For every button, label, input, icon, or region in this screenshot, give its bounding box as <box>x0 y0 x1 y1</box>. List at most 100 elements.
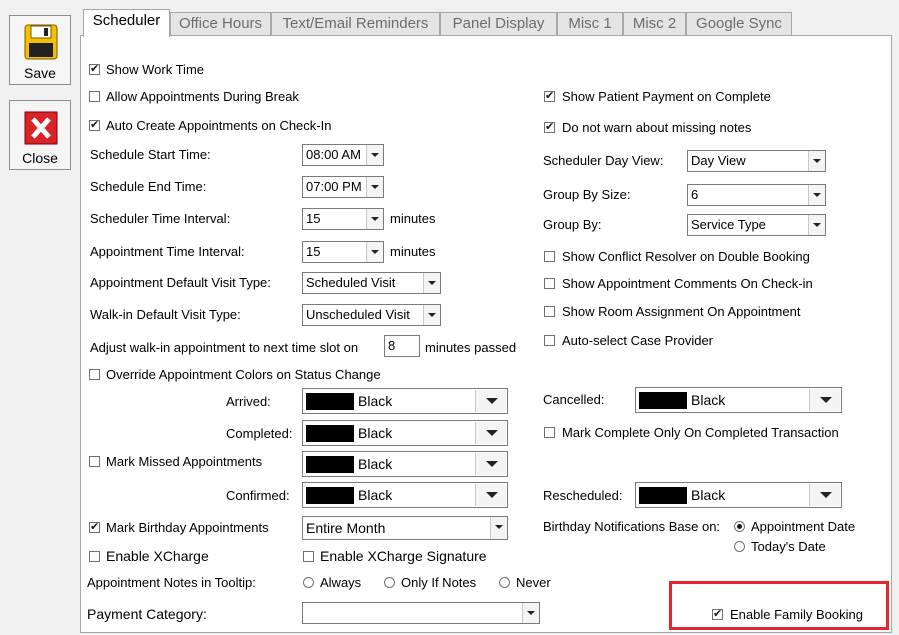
allow-during-break-checkbox[interactable] <box>89 91 100 102</box>
show-payment-checkbox[interactable] <box>544 89 555 103</box>
group-size-combo[interactable]: 6 <box>687 184 826 206</box>
walkin-visit-combo[interactable]: Unscheduled Visit <box>302 304 441 326</box>
completed-label: Completed: <box>226 426 293 441</box>
color-swatch <box>306 456 354 473</box>
rescheduled-color-combo[interactable]: Black <box>635 482 842 508</box>
chevron-down-icon[interactable] <box>809 484 840 506</box>
day-view-combo[interactable]: Day View <box>687 150 826 172</box>
family-booking-checkbox[interactable] <box>712 607 723 621</box>
start-time-label: Schedule Start Time: <box>90 147 211 162</box>
chevron-down-icon[interactable] <box>475 422 506 444</box>
show-work-time-checkbox[interactable] <box>89 62 100 76</box>
tab-misc-1[interactable]: Misc 1 <box>557 12 623 36</box>
override-colors-checkbox[interactable] <box>89 369 100 380</box>
arrived-color-combo[interactable]: Black <box>302 388 508 414</box>
missed-color-combo[interactable]: Black <box>302 451 508 477</box>
chevron-down-icon[interactable] <box>809 389 840 411</box>
tab-misc-2[interactable]: Misc 2 <box>623 12 686 36</box>
chevron-down-icon[interactable] <box>808 215 825 235</box>
chevron-down-icon[interactable] <box>366 209 383 229</box>
birthday-base-todays-date-label: Today's Date <box>751 539 826 554</box>
chevron-down-icon[interactable] <box>366 177 383 197</box>
birthday-base-appointment-date-label: Appointment Date <box>751 519 856 534</box>
payment-category-combo[interactable] <box>302 602 540 624</box>
show-work-time-label: Show Work Time <box>106 62 205 77</box>
birthday-range-combo[interactable]: Entire Month <box>302 516 508 540</box>
conflict-resolver-checkbox[interactable] <box>544 251 555 262</box>
confirmed-label: Confirmed: <box>226 488 290 503</box>
notes-tooltip-always-label: Always <box>320 575 362 590</box>
birthday-base-appointment-date-radio[interactable] <box>734 521 745 532</box>
adjust-walkin-label: Adjust walk-in appointment to next time … <box>90 340 359 355</box>
mark-missed-checkbox[interactable] <box>89 456 100 467</box>
time-interval-unit: minutes <box>390 211 436 226</box>
mark-birthday-checkbox[interactable] <box>89 520 100 534</box>
cancelled-label: Cancelled: <box>543 392 605 407</box>
notes-tooltip-only-if-notes-label: Only If Notes <box>401 575 477 590</box>
group-size-label: Group By Size: <box>543 187 631 202</box>
enable-xcharge-checkbox[interactable] <box>89 551 100 562</box>
mark-complete-only-label: Mark Complete Only On Completed Transact… <box>562 425 839 440</box>
start-time-combo[interactable]: 08:00 AM <box>302 144 384 166</box>
appt-interval-combo[interactable]: 15 <box>302 241 384 263</box>
save-label: Save <box>24 65 56 81</box>
chevron-down-icon[interactable] <box>808 151 825 171</box>
no-warn-notes-checkbox[interactable] <box>544 120 555 134</box>
time-interval-combo[interactable]: 15 <box>302 208 384 230</box>
adjust-walkin-suffix: minutes passed <box>425 340 517 355</box>
cancelled-color-combo[interactable]: Black <box>635 387 842 413</box>
end-time-combo[interactable]: 07:00 PM <box>302 176 384 198</box>
auto-create-checkbox[interactable] <box>89 118 100 132</box>
family-booking-label: Enable Family Booking <box>730 607 863 622</box>
chevron-down-icon[interactable] <box>423 305 440 325</box>
chevron-down-icon[interactable] <box>475 453 506 475</box>
adjust-walkin-input[interactable]: 8 <box>384 335 420 357</box>
tab-office-hours[interactable]: Office Hours <box>170 12 271 36</box>
appt-comments-checkbox[interactable] <box>544 278 555 289</box>
rescheduled-label: Rescheduled: <box>543 488 623 503</box>
confirmed-color-combo[interactable]: Black <box>302 482 508 508</box>
chevron-down-icon[interactable] <box>366 145 383 165</box>
group-by-combo[interactable]: Service Type <box>687 214 826 236</box>
room-assignment-label: Show Room Assignment On Appointment <box>562 304 801 319</box>
chevron-down-icon[interactable] <box>490 517 507 539</box>
default-visit-combo[interactable]: Scheduled Visit <box>302 272 441 294</box>
tab-google-sync[interactable]: Google Sync <box>686 12 792 36</box>
save-button[interactable]: Save <box>9 15 71 85</box>
color-swatch <box>306 487 354 504</box>
show-payment-label: Show Patient Payment on Complete <box>562 89 771 104</box>
day-view-label: Scheduler Day View: <box>543 153 664 168</box>
chevron-down-icon[interactable] <box>475 484 506 506</box>
appt-comments-label: Show Appointment Comments On Check-in <box>562 276 813 291</box>
chevron-down-icon[interactable] <box>808 185 825 205</box>
notes-tooltip-never-radio[interactable] <box>499 577 510 588</box>
floppy-disk-icon <box>24 24 58 60</box>
birthday-base-todays-date-radio[interactable] <box>734 541 745 552</box>
appt-interval-label: Appointment Time Interval: <box>90 244 245 259</box>
enable-xcharge-signature-checkbox[interactable] <box>303 551 314 562</box>
room-assignment-checkbox[interactable] <box>544 306 555 317</box>
tab-text-email-reminders[interactable]: Text/Email Reminders <box>271 12 440 36</box>
tab-panel-display[interactable]: Panel Display <box>440 12 557 36</box>
color-swatch <box>639 392 687 409</box>
chevron-down-icon[interactable] <box>522 603 539 623</box>
completed-color-combo[interactable]: Black <box>302 420 508 446</box>
mark-complete-only-checkbox[interactable] <box>544 427 555 438</box>
chevron-down-icon[interactable] <box>366 242 383 262</box>
auto-select-provider-checkbox[interactable] <box>544 335 555 346</box>
conflict-resolver-label: Show Conflict Resolver on Double Booking <box>562 249 810 264</box>
close-button[interactable]: Close <box>9 100 71 170</box>
default-visit-label: Appointment Default Visit Type: <box>90 275 271 290</box>
color-swatch <box>306 393 354 410</box>
chevron-down-icon[interactable] <box>423 273 440 293</box>
group-by-label: Group By: <box>543 217 602 232</box>
birthday-base-label: Birthday Notifications Base on: <box>543 519 721 534</box>
chevron-down-icon[interactable] <box>475 390 506 412</box>
override-colors-label: Override Appointment Colors on Status Ch… <box>106 367 381 382</box>
walkin-visit-label: Walk-in Default Visit Type: <box>90 307 241 322</box>
payment-category-label: Payment Category: <box>87 606 207 622</box>
notes-tooltip-only-if-notes-radio[interactable] <box>384 577 395 588</box>
notes-tooltip-always-radio[interactable] <box>303 577 314 588</box>
arrived-label: Arrived: <box>226 394 271 409</box>
tab-scheduler[interactable]: Scheduler <box>83 9 170 37</box>
